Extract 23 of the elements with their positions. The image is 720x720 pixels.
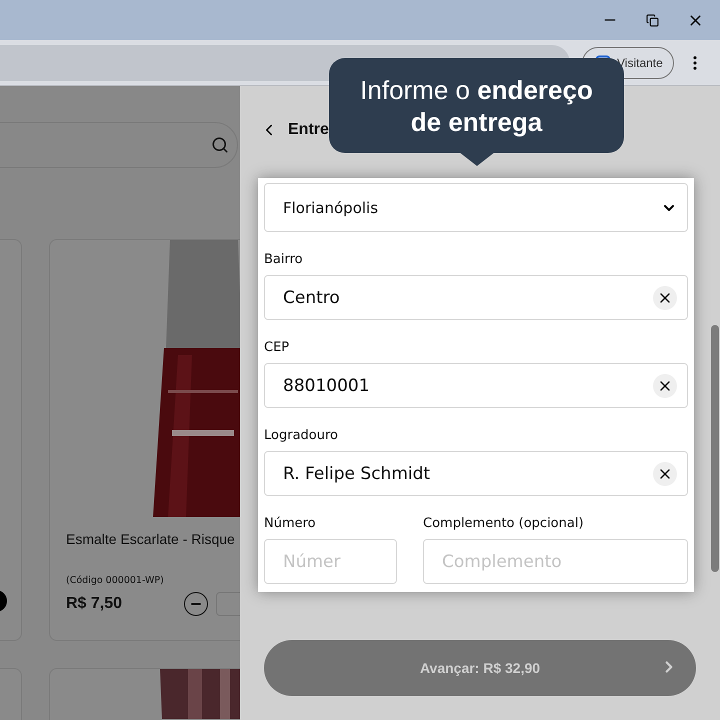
decrease-button[interactable] [184,592,208,616]
field-label: Bairro [264,252,304,267]
search-field[interactable] [0,122,238,168]
input-field[interactable]: Complemento [423,539,688,584]
input-field[interactable]: Centro [264,275,688,320]
field-label: CEP [264,340,290,355]
clear-button[interactable] [653,462,677,486]
input-field[interactable]: R. Felipe Schmidt [264,451,688,496]
product-price: R$ 7,50 [66,595,122,613]
field-label: Número [264,516,317,531]
clear-button[interactable] [653,374,677,398]
product-name: Esmalte Escarlate - Risque [66,531,236,547]
input-field[interactable]: Númer [264,539,397,584]
scrollbar[interactable] [711,325,719,572]
panel-title: Entre [288,120,329,138]
input-field[interactable]: 88010001 [264,363,688,408]
search-icon [211,136,229,154]
field-label: Complemento (opcional) [423,516,585,531]
city-select[interactable]: Florianópolis [264,183,688,232]
product-code: (Código 000001-WP) [66,575,165,586]
restore-icon[interactable] [646,14,659,26]
clear-button[interactable] [653,286,677,310]
field-label: Logradouro [264,428,339,443]
